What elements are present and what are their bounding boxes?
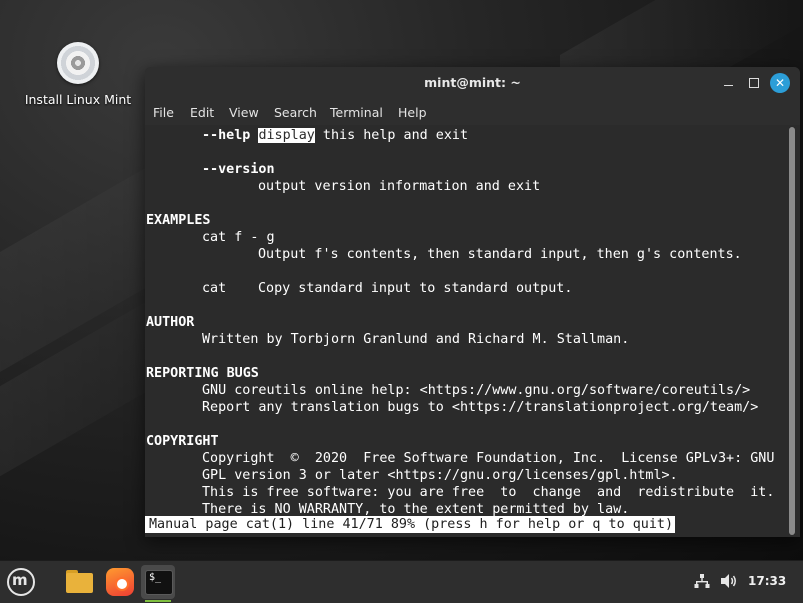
- pager-status-line: Manual page cat(1) line 41/71 89% (press…: [145, 516, 676, 533]
- scrollbar-thumb[interactable]: [789, 127, 795, 535]
- files-launcher[interactable]: [62, 565, 96, 599]
- firefox-icon: [106, 568, 134, 596]
- author-text: Written by Torbjorn Granlund and Richard…: [202, 332, 630, 347]
- close-icon: ✕: [774, 76, 786, 90]
- menu-terminal[interactable]: Terminal: [330, 105, 383, 120]
- desktop: Install Linux Mint mint@mint: ~ ✕ File E…: [0, 0, 803, 603]
- copyright-line: GPL version 3 or later <https://gnu.org/…: [202, 468, 678, 483]
- optical-disc-icon: [57, 42, 99, 84]
- folder-icon: [66, 573, 93, 593]
- bugs-heading: REPORTING BUGS: [146, 366, 259, 381]
- mint-menu-icon: m: [7, 568, 35, 596]
- mint-logo-glyph: m: [12, 571, 28, 589]
- terminal-window[interactable]: mint@mint: ~ ✕ File Edit View Search Ter…: [145, 67, 800, 537]
- bugs-line: Report any translation bugs to <https://…: [202, 400, 759, 415]
- network-icon[interactable]: [694, 573, 710, 589]
- copyright-line: This is free software: you are free to c…: [202, 485, 775, 500]
- help-option: --help: [202, 128, 251, 143]
- scrollbar[interactable]: [789, 127, 795, 535]
- terminal-icon: $_: [145, 570, 173, 595]
- example2-desc: Copy standard input to standard output.: [258, 281, 573, 296]
- desktop-icon-label: Install Linux Mint: [24, 92, 132, 107]
- examples-heading: EXAMPLES: [146, 213, 211, 228]
- search-highlight: display: [258, 128, 315, 143]
- maximize-button[interactable]: [744, 73, 764, 93]
- menu-file[interactable]: File: [153, 105, 174, 120]
- window-title: mint@mint: ~: [424, 75, 521, 90]
- version-option: --version: [202, 162, 275, 177]
- bugs-line: GNU coreutils online help: <https://www.…: [202, 383, 751, 398]
- author-heading: AUTHOR: [146, 315, 195, 330]
- example1-desc: Output f's contents, then standard input…: [258, 247, 742, 262]
- example2-cmd: cat: [202, 281, 227, 296]
- mint-menu-button[interactable]: m: [4, 565, 38, 599]
- volume-icon[interactable]: [720, 573, 738, 589]
- clock[interactable]: 17:33: [748, 574, 786, 588]
- close-button[interactable]: ✕: [770, 73, 790, 93]
- copyright-heading: COPYRIGHT: [146, 434, 219, 449]
- menu-edit[interactable]: Edit: [190, 105, 214, 120]
- maximize-icon: [749, 78, 759, 88]
- version-desc: output version information and exit: [258, 179, 541, 194]
- active-window-indicator: [145, 600, 171, 602]
- install-linux-mint-desktop-icon[interactable]: Install Linux Mint: [20, 38, 136, 107]
- help-desc: this help and exit: [314, 128, 469, 143]
- window-titlebar[interactable]: mint@mint: ~ ✕: [145, 67, 800, 99]
- taskbar: m $_: [0, 560, 803, 603]
- copyright-line: Copyright © 2020 Free Software Foundatio…: [202, 451, 775, 466]
- terminal-launcher[interactable]: $_: [141, 565, 175, 602]
- firefox-launcher[interactable]: [103, 565, 137, 599]
- menu-view[interactable]: View: [229, 105, 259, 120]
- terminal-prompt-glyph: $_: [149, 572, 162, 583]
- menu-help[interactable]: Help: [398, 105, 427, 120]
- terminal-output[interactable]: --help display this help and exit --vers…: [145, 125, 800, 537]
- example1-cmd: cat f - g: [202, 230, 275, 245]
- menu-search[interactable]: Search: [274, 105, 317, 120]
- menu-bar: File Edit View Search Terminal Help: [145, 99, 800, 125]
- minimize-button[interactable]: [718, 73, 738, 93]
- help-option-line: --help display this help and exit: [202, 127, 468, 144]
- minimize-icon: [723, 84, 733, 86]
- firefox-icon-center: [115, 577, 129, 591]
